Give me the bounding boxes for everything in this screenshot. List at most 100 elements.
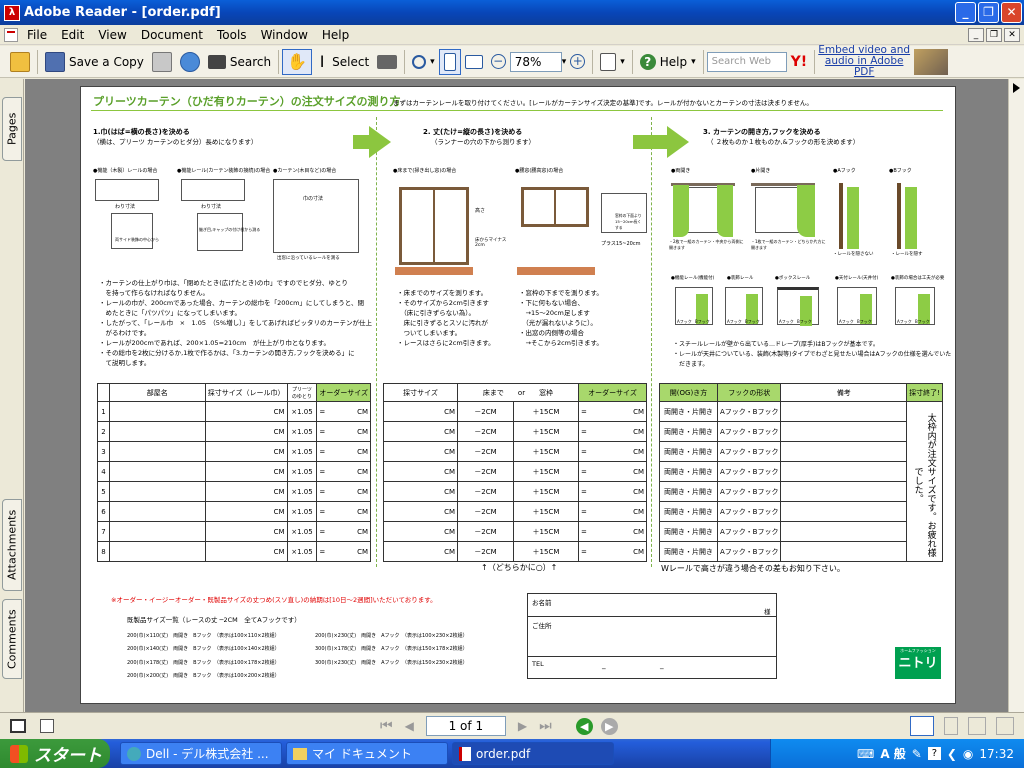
s3-fook-10: Bフック (915, 319, 930, 324)
open-button[interactable] (6, 49, 34, 75)
note1-line: を持って作らなければなりません。 (99, 289, 209, 297)
single-page-view-icon[interactable] (910, 716, 934, 736)
search-web-input[interactable]: Search Web (706, 51, 787, 72)
form-name-label: お名前 (532, 599, 552, 607)
doc-minimize-icon[interactable]: _ (968, 27, 984, 42)
form-sama-label: 様 (764, 608, 771, 616)
close-icon[interactable]: ✕ (1001, 2, 1022, 23)
help-button[interactable]: ? Help ▾ (636, 49, 700, 75)
back-view-icon[interactable]: ◀ (575, 717, 593, 735)
print-button[interactable] (148, 49, 176, 75)
keyboard-icon[interactable]: ⌨ (857, 747, 874, 761)
note2-line: ついてしまいます。 (397, 329, 462, 337)
note3-line: だきます。 (673, 361, 709, 368)
document-window-controls: _ ❐ ✕ (968, 27, 1020, 42)
vertical-scrollbar[interactable] (1008, 79, 1024, 712)
rail-diagram (181, 179, 245, 201)
ready-item: 200(巾)×178(丈) 両開き Bフック （表示は100×178×2枚組） (127, 660, 280, 666)
task-my-documents[interactable]: マイ ドキュメント (286, 742, 448, 765)
curtain-side (797, 185, 815, 237)
scroll-arrow-icon[interactable] (1013, 83, 1020, 93)
note2b-line: ・出窓の内側等の場合 (519, 329, 584, 337)
continuous-facing-view-icon[interactable] (996, 717, 1014, 735)
page-number-input[interactable]: 1 of 1 (425, 716, 506, 736)
table-row: 8 CM ×1.05 = CM (97, 541, 371, 562)
zoom-in-button[interactable]: + (566, 49, 589, 75)
menu-file[interactable]: File (20, 28, 54, 42)
help-tray-icon[interactable]: ? (927, 747, 941, 760)
s2-label-1: ●床まで(掃き出し窓)の場合 (393, 168, 457, 174)
hand-icon: ✋ (287, 51, 308, 71)
windows-logo-icon (10, 744, 28, 763)
select-tool-button[interactable]: I Select (312, 49, 373, 75)
snapshot-button[interactable] (373, 49, 401, 75)
document-view[interactable]: プリーツカーテン（ひだ有りカーテン）の注文サイズの測り方 まずはカーテンレールを… (25, 79, 1008, 712)
table-row: CM －2CM ＋15CM = CM (383, 461, 647, 482)
window-title: Adobe Reader - [order.pdf] (24, 5, 221, 20)
single-open-window (755, 187, 801, 233)
note1-line: めたときに「パツパツ」になってしまいます。 (99, 309, 242, 317)
menu-help[interactable]: Help (315, 28, 356, 42)
task-order-pdf[interactable]: order.pdf (452, 742, 614, 765)
note1-line: ・カーテンの仕上がり巾は、「閉めたとき(広げたとき)の巾」ですのでヒダ分、ゆとり (99, 279, 348, 287)
logo-text: ニトリ (898, 656, 938, 671)
last-page-icon[interactable]: ⏭ (539, 718, 552, 734)
tab-pages[interactable]: Pages (2, 97, 22, 161)
forward-view-icon[interactable]: ▶ (600, 717, 618, 735)
note1-line: ・その総巾を2枚に分けるか,1枚で作るかは、「3.カーテンの開き方,フックを決め… (99, 349, 355, 357)
continuous-view-icon[interactable] (944, 717, 958, 735)
start-button[interactable]: スタート (0, 739, 110, 768)
menu-view[interactable]: View (91, 28, 133, 42)
menu-document[interactable]: Document (134, 28, 210, 42)
email-button[interactable] (176, 49, 204, 75)
restore-icon[interactable]: ❐ (978, 2, 999, 23)
s3-fook-8: Bフック (857, 319, 872, 324)
menu-window[interactable]: Window (254, 28, 315, 42)
menu-tools[interactable]: Tools (210, 28, 254, 42)
doc-close-icon[interactable]: ✕ (1004, 27, 1020, 42)
hand-tool-button[interactable]: ✋ (282, 48, 313, 75)
ime-tool-icon[interactable]: ✎ (912, 747, 922, 761)
task-dell[interactable]: Dell - デル株式会社 ... (120, 742, 282, 765)
tab-attachments[interactable]: Attachments (2, 499, 22, 591)
network-icon[interactable]: ◉ (963, 747, 973, 761)
facing-view-icon[interactable] (968, 717, 986, 735)
search-button[interactable]: Search (204, 49, 275, 75)
table-row: CM －2CM ＋15CM = CM (383, 541, 647, 562)
fit-page-button[interactable] (438, 48, 461, 75)
s3-note-4: ・レールを隠す (891, 252, 923, 257)
ime-indicator[interactable]: A 般 (880, 745, 905, 762)
minimize-icon[interactable]: _ (955, 2, 976, 23)
magnifier-plus-icon (412, 54, 427, 69)
step3-sub: （ ２枚ものか１枚ものか,&フックの形を決めます） (707, 138, 860, 146)
s3-note-2: ・1枚で一組のカーテン・どちらか片方に開きます (751, 239, 826, 250)
options-icon[interactable] (40, 719, 54, 733)
doc-title: プリーツカーテン（ひだ有りカーテン）の注文サイズの測り方 (93, 95, 401, 108)
s1-label-1: ●機能（木製）レールの場合 (93, 168, 158, 174)
first-page-icon[interactable]: ⏮ (380, 718, 393, 734)
tab-comments[interactable]: Comments (2, 599, 22, 679)
ready-item: 200(巾)×110(丈) 両開き Bフック （表示は100×110×2枚組） (127, 633, 280, 639)
zoom-input[interactable]: 78% (509, 51, 562, 72)
prev-page-icon[interactable]: ◀ (405, 719, 414, 733)
pdf-icon (459, 746, 471, 761)
panel-toggle-icon[interactable] (10, 719, 26, 733)
fit-width-button[interactable] (461, 49, 487, 75)
next-page-icon[interactable]: ▶ (518, 719, 527, 733)
doc-restore-icon[interactable]: ❐ (986, 27, 1002, 42)
save-copy-button[interactable]: Save a Copy (41, 49, 148, 75)
rotate-view-button[interactable]: ▾ (596, 49, 629, 75)
zoom-out-button[interactable]: − (487, 49, 510, 75)
s3-note-1: ・2枚で一組のカーテン・中央から両側に開きます (669, 239, 744, 250)
help-circle-icon: ? (639, 53, 656, 70)
embed-video-link[interactable]: Embed video and audio in Adobe PDF (818, 45, 910, 78)
note3-line: ・レールが天井についている、装飾(木製等)タイプでわざと見せたい場合はAフックの… (673, 351, 952, 358)
minus-circle-icon: − (490, 54, 506, 69)
expand-tray-icon[interactable]: ❮ (947, 747, 957, 761)
navigation-panel: Pages Attachments Comments (0, 79, 24, 712)
lead-time-warning: ※オーダー・イージーオーダー・既製品サイズの丈つめ(スソ直し)の納期は[10日～… (111, 596, 437, 604)
menu-edit[interactable]: Edit (54, 28, 91, 42)
document-icon[interactable] (4, 27, 18, 42)
zoom-in-tool-button[interactable]: ▾ (408, 49, 439, 75)
yahoo-button[interactable]: Y! (787, 49, 812, 75)
